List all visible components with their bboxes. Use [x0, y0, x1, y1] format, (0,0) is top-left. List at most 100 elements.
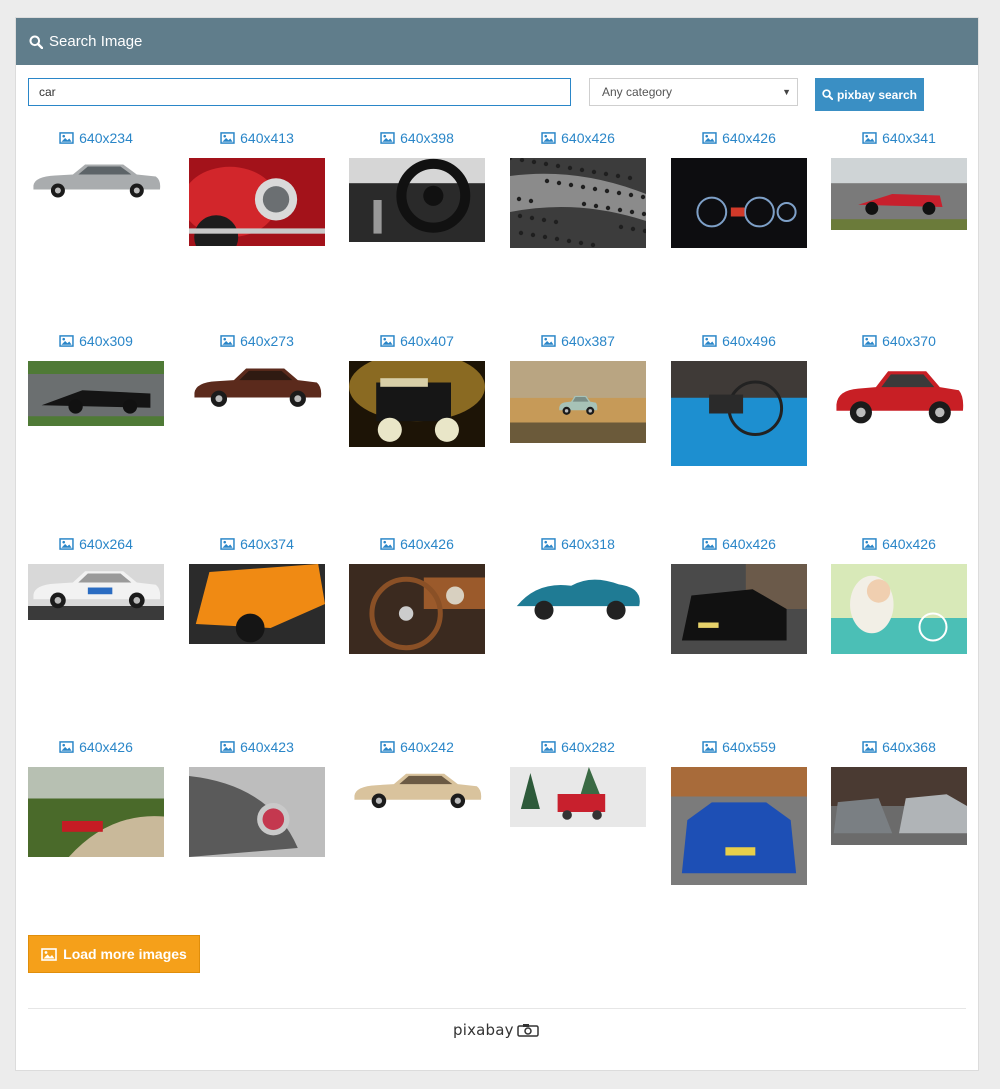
- image-size-link[interactable]: 640x426: [671, 128, 807, 148]
- result-thumbnail[interactable]: [189, 564, 325, 644]
- image-size-label: 640x370: [882, 333, 936, 349]
- image-size-label: 640x341: [882, 130, 936, 146]
- image-size-label: 640x273: [240, 333, 294, 349]
- image-size-link[interactable]: 640x407: [349, 331, 485, 351]
- image-size-link[interactable]: 640x398: [349, 128, 485, 148]
- result-thumbnail[interactable]: [349, 564, 485, 654]
- result-item: 640x234: [28, 128, 164, 318]
- result-item: 640x426: [671, 534, 807, 724]
- image-icon: [380, 132, 395, 144]
- image-size-label: 640x559: [722, 739, 776, 755]
- image-icon: [862, 335, 877, 347]
- image-size-label: 640x426: [79, 739, 133, 755]
- result-item: 640x426: [349, 534, 485, 724]
- image-size-link[interactable]: 640x309: [28, 331, 164, 351]
- image-icon: [59, 132, 74, 144]
- search-input[interactable]: [28, 78, 571, 106]
- image-size-link[interactable]: 640x426: [671, 534, 807, 554]
- result-thumbnail[interactable]: [831, 158, 967, 230]
- pixabay-logo-text: pixabay: [453, 1021, 514, 1039]
- image-size-link[interactable]: 640x423: [189, 737, 325, 757]
- image-size-label: 640x242: [400, 739, 454, 755]
- result-item: 640x423: [189, 737, 325, 927]
- result-thumbnail[interactable]: [671, 361, 807, 466]
- result-thumbnail[interactable]: [28, 361, 164, 426]
- result-thumbnail[interactable]: [189, 158, 325, 246]
- image-icon: [380, 538, 395, 550]
- image-size-link[interactable]: 640x559: [671, 737, 807, 757]
- result-thumbnail[interactable]: [831, 361, 967, 440]
- image-size-link[interactable]: 640x426: [510, 128, 646, 148]
- image-size-label: 640x282: [561, 739, 615, 755]
- search-button-label: pixbay search: [836, 87, 918, 102]
- image-icon: [541, 538, 556, 550]
- image-size-label: 640x318: [561, 536, 615, 552]
- image-size-link[interactable]: 640x370: [831, 331, 967, 351]
- image-size-link[interactable]: 640x273: [189, 331, 325, 351]
- result-thumbnail[interactable]: [510, 767, 646, 827]
- image-icon: [541, 335, 556, 347]
- image-icon: [41, 947, 57, 961]
- image-size-link[interactable]: 640x413: [189, 128, 325, 148]
- result-thumbnail[interactable]: [189, 361, 325, 419]
- result-item: 640x273: [189, 331, 325, 521]
- result-item: 640x264: [28, 534, 164, 724]
- image-icon: [702, 538, 717, 550]
- image-size-link[interactable]: 640x234: [28, 128, 164, 148]
- result-thumbnail[interactable]: [671, 564, 807, 654]
- image-icon: [862, 132, 877, 144]
- image-size-link[interactable]: 640x341: [831, 128, 967, 148]
- image-icon: [59, 741, 74, 753]
- result-item: 640x374: [189, 534, 325, 724]
- image-size-link[interactable]: 640x264: [28, 534, 164, 554]
- image-size-link[interactable]: 640x318: [510, 534, 646, 554]
- result-thumbnail[interactable]: [28, 767, 164, 857]
- category-selected: Any category: [602, 85, 673, 99]
- result-thumbnail[interactable]: [671, 767, 807, 885]
- result-item: 640x426: [510, 128, 646, 318]
- image-size-link[interactable]: 640x426: [349, 534, 485, 554]
- result-item: 640x559: [671, 737, 807, 927]
- search-icon: [29, 35, 43, 49]
- category-select[interactable]: Any category ▼: [589, 78, 798, 106]
- image-size-label: 640x423: [240, 739, 294, 755]
- result-thumbnail[interactable]: [671, 158, 807, 248]
- result-thumbnail[interactable]: [28, 564, 164, 620]
- image-size-label: 640x426: [400, 536, 454, 552]
- image-size-label: 640x374: [240, 536, 294, 552]
- result-item: 640x398: [349, 128, 485, 318]
- image-size-link[interactable]: 640x496: [671, 331, 807, 351]
- result-item: 640x368: [831, 737, 967, 927]
- result-thumbnail[interactable]: [349, 361, 485, 447]
- image-size-label: 640x407: [400, 333, 454, 349]
- result-thumbnail[interactable]: [28, 158, 164, 208]
- result-thumbnail[interactable]: [510, 158, 646, 248]
- image-size-link[interactable]: 640x368: [831, 737, 967, 757]
- image-size-label: 640x413: [240, 130, 294, 146]
- image-size-link[interactable]: 640x426: [831, 534, 967, 554]
- result-item: 640x282: [510, 737, 646, 927]
- image-size-link[interactable]: 640x282: [510, 737, 646, 757]
- image-size-label: 640x426: [722, 130, 776, 146]
- image-size-label: 640x234: [79, 130, 133, 146]
- result-thumbnail[interactable]: [831, 767, 967, 845]
- pixabay-logo[interactable]: pixabay: [453, 1021, 539, 1039]
- result-thumbnail[interactable]: [349, 767, 485, 819]
- result-thumbnail[interactable]: [189, 767, 325, 857]
- load-more-button[interactable]: Load more images: [28, 935, 200, 973]
- result-thumbnail[interactable]: [510, 361, 646, 443]
- result-thumbnail[interactable]: [349, 158, 485, 242]
- pixbay-search-button[interactable]: pixbay search: [815, 78, 924, 111]
- camera-icon: [517, 1024, 539, 1037]
- result-thumbnail[interactable]: [510, 564, 646, 632]
- image-icon: [220, 132, 235, 144]
- image-size-label: 640x398: [400, 130, 454, 146]
- image-size-link[interactable]: 640x242: [349, 737, 485, 757]
- image-size-link[interactable]: 640x426: [28, 737, 164, 757]
- image-size-link[interactable]: 640x387: [510, 331, 646, 351]
- result-thumbnail[interactable]: [831, 564, 967, 654]
- image-size-link[interactable]: 640x374: [189, 534, 325, 554]
- image-icon: [59, 538, 74, 550]
- image-icon: [380, 741, 395, 753]
- image-icon: [541, 741, 556, 753]
